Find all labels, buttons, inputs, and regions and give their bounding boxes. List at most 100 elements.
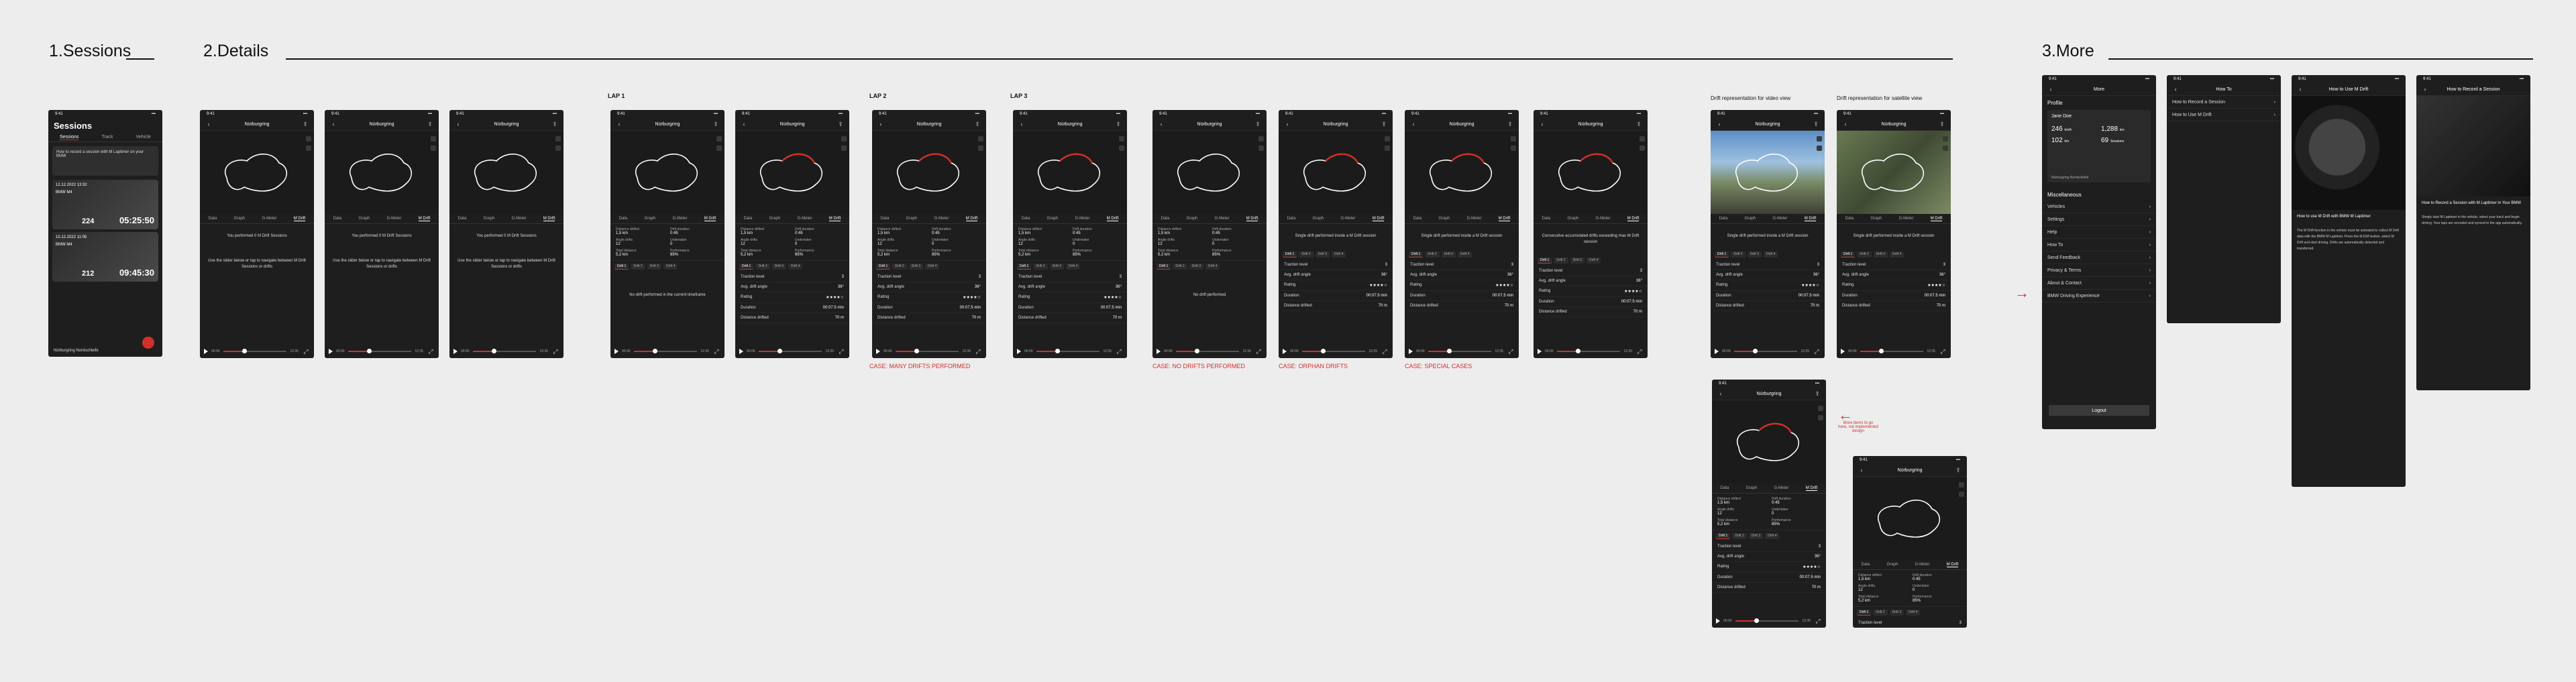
- fullscreen-icon[interactable]: ⤢: [1814, 618, 1822, 624]
- play-icon[interactable]: [1283, 349, 1287, 354]
- tab-gmeter[interactable]: G-Meter: [1772, 217, 1787, 221]
- play-icon[interactable]: [614, 349, 619, 354]
- back-icon[interactable]: ‹: [329, 121, 337, 127]
- tab-data[interactable]: Data: [1721, 486, 1729, 490]
- back-icon[interactable]: ‹: [454, 121, 462, 127]
- profile-card[interactable]: Jane Doe 246 km/h 1,288 km 102 km 69 Ses…: [2047, 110, 2151, 182]
- segment-track[interactable]: Track: [101, 135, 113, 140]
- drift-chip[interactable]: Drift 1: [1538, 258, 1552, 264]
- tab-mdrift[interactable]: M Drift: [1805, 486, 1818, 491]
- tab-mdrift[interactable]: M Drift: [704, 217, 716, 221]
- drift-chip[interactable]: Drift 3: [647, 264, 662, 270]
- tab-gmeter[interactable]: G-Meter: [1595, 217, 1610, 221]
- howto-item-drift[interactable]: How to Use M Drift ›: [2167, 109, 2281, 121]
- tab-data[interactable]: Data: [1161, 217, 1170, 221]
- fullscreen-icon[interactable]: ⤢: [302, 348, 310, 355]
- tab-mdrift[interactable]: M Drift: [1804, 217, 1817, 221]
- drift-chip[interactable]: Drift 4: [1458, 251, 1472, 258]
- play-icon[interactable]: [1538, 349, 1542, 354]
- play-icon[interactable]: [1409, 349, 1413, 354]
- layers-icon[interactable]: [1817, 136, 1822, 141]
- drift-chip[interactable]: Drift 3: [908, 264, 924, 270]
- drift-chip[interactable]: Drift 1: [1017, 264, 1032, 270]
- back-icon[interactable]: ‹: [877, 121, 885, 127]
- back-icon[interactable]: ‹: [1409, 121, 1417, 127]
- drift-chip[interactable]: Drift 4: [1205, 264, 1220, 270]
- center-icon[interactable]: [1511, 146, 1516, 151]
- scrubber[interactable]: [1175, 349, 1240, 353]
- drift-chip[interactable]: Drift 4: [663, 264, 678, 270]
- tab-mdrift[interactable]: M Drift: [1246, 217, 1258, 221]
- tab-data[interactable]: Data: [1413, 217, 1422, 221]
- track-map[interactable]: [449, 131, 564, 214]
- fullscreen-icon[interactable]: ⤢: [1813, 348, 1821, 355]
- track-map[interactable]: [1279, 131, 1393, 214]
- drift-chip[interactable]: Drift 2: [631, 264, 645, 270]
- share-icon[interactable]: ⇪: [301, 121, 309, 127]
- track-map[interactable]: [325, 131, 439, 214]
- fullscreen-icon[interactable]: ⤢: [427, 348, 435, 355]
- track-map[interactable]: [1405, 131, 1519, 214]
- playback-bar[interactable]: 00:00 12:35 ⤢: [200, 347, 314, 355]
- tab-gmeter[interactable]: G-Meter: [262, 217, 276, 221]
- howto-banner[interactable]: How to record a session with M Laptimer …: [52, 146, 158, 176]
- drift-chip[interactable]: Drift 3: [1873, 251, 1888, 258]
- play-icon[interactable]: [1017, 349, 1021, 354]
- back-icon[interactable]: ‹: [1841, 121, 1849, 127]
- more-item[interactable]: Settings ›: [2042, 213, 2156, 226]
- share-icon[interactable]: ⇪: [712, 121, 720, 127]
- back-icon[interactable]: ‹: [2047, 86, 2055, 93]
- layers-icon[interactable]: [841, 136, 847, 141]
- share-icon[interactable]: ⇪: [1938, 121, 1946, 127]
- back-icon[interactable]: ‹: [1717, 390, 1725, 397]
- logout-button[interactable]: Logout: [2049, 405, 2149, 416]
- drift-chip[interactable]: Drift 3: [1049, 264, 1065, 270]
- drift-chip[interactable]: Drift 1: [614, 264, 629, 270]
- tab-graph[interactable]: Graph: [1439, 217, 1450, 221]
- play-icon[interactable]: [739, 349, 743, 354]
- drift-chip[interactable]: Drift 4: [1066, 264, 1081, 270]
- drift-chip[interactable]: Drift 4: [788, 264, 803, 270]
- drift-chip[interactable]: Drift 3: [1570, 258, 1585, 264]
- layers-icon[interactable]: [1818, 406, 1823, 411]
- tab-data[interactable]: Data: [619, 217, 628, 221]
- drift-chip[interactable]: Drift 1: [1283, 251, 1297, 258]
- playback-bar[interactable]: 00:00 12:35 ⤢: [1711, 347, 1825, 355]
- drift-chip[interactable]: Drift 3: [771, 264, 787, 270]
- center-icon[interactable]: [555, 146, 561, 151]
- tab-graph[interactable]: Graph: [1871, 217, 1882, 221]
- layers-icon[interactable]: [431, 136, 436, 141]
- track-map[interactable]: [610, 131, 724, 214]
- layers-icon[interactable]: [555, 136, 561, 141]
- track-map[interactable]: [1152, 131, 1267, 214]
- track-map[interactable]: [1837, 131, 1951, 214]
- playback-bar[interactable]: 00:00 12:35 ⤢: [325, 347, 439, 355]
- track-map[interactable]: [872, 131, 986, 214]
- center-icon[interactable]: [841, 146, 847, 151]
- drift-chip[interactable]: Drift 2: [1873, 610, 1888, 616]
- tab-mdrift[interactable]: M Drift: [828, 217, 841, 221]
- tab-graph[interactable]: Graph: [1568, 217, 1579, 221]
- drift-chip[interactable]: Drift 1: [739, 264, 754, 270]
- scrubber[interactable]: [895, 349, 959, 353]
- track-map[interactable]: [200, 131, 314, 214]
- more-item[interactable]: Vehicles ›: [2042, 201, 2156, 213]
- playback-bar[interactable]: 00:00 12:35 ⤢: [1013, 347, 1127, 355]
- drift-chip[interactable]: Drift 2: [1732, 533, 1747, 539]
- tab-graph[interactable]: Graph: [769, 217, 781, 221]
- tab-data[interactable]: Data: [881, 217, 890, 221]
- playback-bar[interactable]: 00:00 12:35 ⤢: [1837, 347, 1951, 355]
- playback-bar[interactable]: 00:00 12:35 ⤢: [1279, 347, 1393, 355]
- drift-chip[interactable]: Drift 4: [1587, 258, 1601, 264]
- tab-mdrift[interactable]: M Drift: [1930, 217, 1943, 221]
- track-map[interactable]: [735, 131, 849, 214]
- scrubber[interactable]: [1301, 349, 1366, 353]
- back-icon[interactable]: ‹: [1157, 121, 1165, 127]
- back-icon[interactable]: ‹: [1715, 121, 1723, 127]
- playback-bar[interactable]: 00:00 12:35 ⤢: [1152, 347, 1267, 355]
- fullscreen-icon[interactable]: ⤢: [712, 348, 720, 355]
- tab-graph[interactable]: Graph: [234, 217, 246, 221]
- back-icon[interactable]: ‹: [1538, 121, 1546, 127]
- share-icon[interactable]: ⇪: [1813, 390, 1821, 397]
- fullscreen-icon[interactable]: ⤢: [974, 348, 982, 355]
